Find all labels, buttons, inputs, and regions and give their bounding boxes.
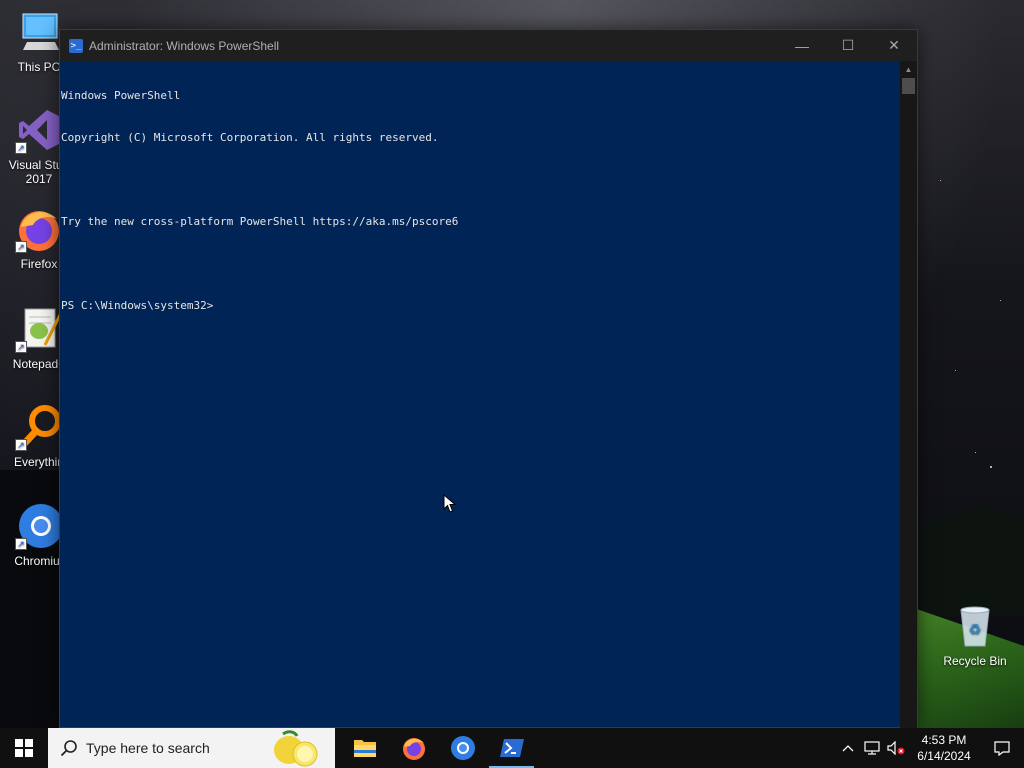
powershell-window[interactable]: >_ Administrator: Windows PowerShell — ☐… bbox=[59, 29, 918, 728]
action-center-button[interactable] bbox=[980, 728, 1024, 768]
console-line: Try the new cross-platform PowerShell ht… bbox=[61, 215, 459, 228]
wallpaper-star bbox=[975, 452, 976, 453]
powershell-icon: >_ bbox=[69, 38, 83, 53]
firefox-icon: ↗ bbox=[15, 205, 63, 253]
console-line: Windows PowerShell bbox=[61, 89, 181, 102]
lemon-search-highlight-icon bbox=[274, 730, 318, 767]
scroll-up-icon[interactable]: ▲ bbox=[900, 61, 917, 78]
search-placeholder: Type here to search bbox=[86, 740, 210, 756]
shortcut-arrow-icon: ↗ bbox=[15, 341, 27, 353]
maximize-button[interactable]: ☐ bbox=[825, 30, 871, 61]
volume-muted-icon bbox=[887, 741, 905, 755]
start-button[interactable] bbox=[0, 728, 48, 768]
taskbar-app-firefox[interactable] bbox=[389, 728, 438, 768]
visual-studio-icon: ↗ bbox=[15, 106, 63, 154]
wallpaper-trees bbox=[914, 505, 1024, 615]
everything-search-icon: ↗ bbox=[15, 403, 63, 451]
shortcut-arrow-icon: ↗ bbox=[15, 142, 27, 154]
desktop-icon-recycle-bin[interactable]: ♻ Recycle Bin bbox=[935, 602, 1015, 668]
notepad-plus-plus-icon: ↗ bbox=[15, 305, 63, 353]
search-icon bbox=[60, 740, 77, 757]
recycle-bin-icon: ♻ bbox=[951, 602, 999, 650]
clock-time: 4:53 PM bbox=[921, 733, 967, 747]
wallpaper-star bbox=[990, 466, 992, 468]
clock[interactable]: 4:53 PM 6/14/2024 bbox=[908, 732, 980, 764]
taskbar-app-file-explorer[interactable] bbox=[340, 728, 389, 768]
console-prompt[interactable]: PS C:\Windows\system32> bbox=[61, 299, 901, 313]
mouse-cursor-icon bbox=[443, 494, 457, 513]
vertical-scrollbar[interactable]: ▲ bbox=[900, 61, 917, 728]
this-pc-icon bbox=[15, 8, 63, 56]
shortcut-arrow-icon: ↗ bbox=[15, 439, 27, 451]
volume-button[interactable] bbox=[884, 728, 908, 768]
taskbar-app-chromium[interactable] bbox=[438, 728, 487, 768]
chromium-icon: ↗ bbox=[15, 502, 63, 550]
taskbar-app-powershell[interactable] bbox=[487, 728, 536, 768]
close-icon: ✕ bbox=[888, 37, 900, 53]
console-line: Copyright (C) Microsoft Corporation. All… bbox=[61, 131, 439, 144]
firefox-icon bbox=[402, 738, 425, 760]
clock-date: 6/14/2024 bbox=[917, 749, 971, 763]
close-button[interactable]: ✕ bbox=[871, 30, 917, 61]
shortcut-arrow-icon: ↗ bbox=[15, 241, 27, 253]
folder-icon bbox=[353, 740, 376, 757]
scrollbar-thumb[interactable] bbox=[902, 78, 915, 94]
wallpaper-star bbox=[1000, 300, 1001, 301]
windows-logo-icon bbox=[15, 739, 33, 757]
wallpaper-star bbox=[940, 180, 941, 181]
search-box[interactable]: Type here to search bbox=[48, 728, 335, 768]
powershell-icon bbox=[499, 739, 524, 757]
console-output[interactable]: Windows PowerShell Copyright (C) Microso… bbox=[60, 61, 901, 728]
network-icon bbox=[864, 741, 880, 755]
window-title: Administrator: Windows PowerShell bbox=[89, 38, 280, 53]
chevron-up-icon bbox=[842, 745, 854, 752]
network-button[interactable] bbox=[860, 728, 884, 768]
wallpaper-star bbox=[955, 370, 956, 371]
shortcut-arrow-icon: ↗ bbox=[15, 538, 27, 550]
taskbar: Type here to search 4:53 PM 6/14/2024 bbox=[0, 728, 1024, 768]
system-tray: 4:53 PM 6/14/2024 bbox=[836, 728, 1024, 768]
show-hidden-icons-button[interactable] bbox=[836, 728, 860, 768]
notification-icon bbox=[994, 740, 1010, 756]
chromium-icon bbox=[450, 736, 475, 760]
minimize-icon: — bbox=[795, 37, 809, 54]
minimize-button[interactable]: — bbox=[779, 30, 825, 61]
svg-text:♻: ♻ bbox=[969, 622, 982, 638]
window-titlebar[interactable]: >_ Administrator: Windows PowerShell — ☐… bbox=[60, 30, 917, 61]
maximize-icon: ☐ bbox=[841, 37, 855, 53]
